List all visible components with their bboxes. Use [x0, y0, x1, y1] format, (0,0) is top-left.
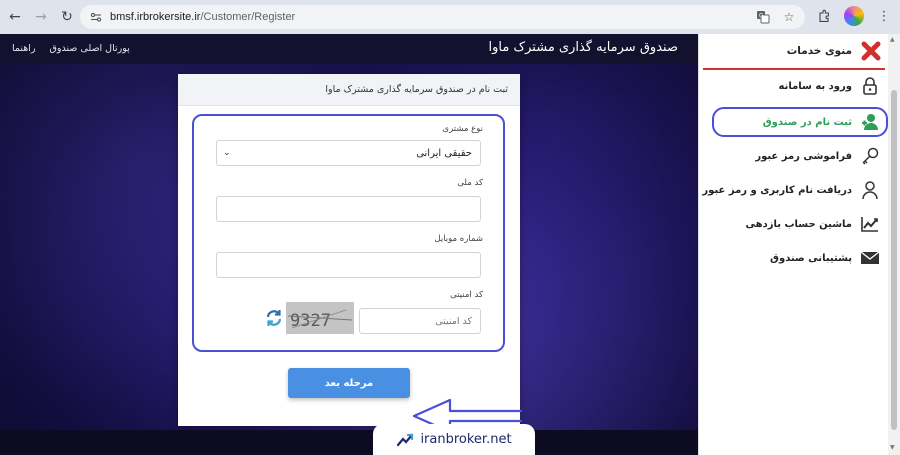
svg-text:G: G [759, 13, 764, 20]
card-header: ثبت نام در صندوق سرمایه گذاری مشترک ماوا [178, 74, 520, 106]
sidebar-item-label: دریافت نام کاربری و رمز عبور [702, 184, 852, 196]
watermark-badge: iranbroker.net [373, 424, 535, 455]
sidebar-item-register[interactable]: ثبت نام در صندوق [698, 106, 888, 138]
customer-type-select[interactable]: ⌄ حقیقی ایرانی [216, 140, 481, 166]
site-header: صندوق سرمایه گذاری مشترک ماوا پورتال اصل… [0, 34, 698, 64]
national-code-label: کد ملی [457, 178, 483, 188]
refresh-captcha-icon[interactable] [264, 308, 284, 328]
scroll-up-icon[interactable]: ▲ [890, 36, 895, 43]
link-help[interactable]: راهنما [12, 43, 36, 54]
page-scrollbar[interactable]: ▲ ▼ [888, 34, 900, 455]
reload-icon[interactable]: ↻ [56, 6, 78, 28]
service-menu: منوی خدمات ورود به سامانه ثبت نام در صند… [698, 34, 888, 455]
mobile-label: شماره موبایل [434, 234, 483, 244]
chart-icon [860, 214, 880, 234]
customer-type-label: نوع مشتری [442, 124, 483, 134]
sidebar-item-label: ورود به سامانه [778, 80, 852, 92]
footer-bar [0, 430, 698, 455]
url-path: /Customer/Register [200, 11, 296, 23]
browser-toolbar: ← → ↻ bmsf.irbrokersite.ir/Customer/Regi… [0, 0, 900, 34]
bookmark-star-icon[interactable]: ☆ [781, 9, 797, 25]
translate-icon[interactable]: G [755, 9, 771, 25]
next-step-button[interactable]: مرحله بعد [288, 368, 410, 398]
page-background: صندوق سرمایه گذاری مشترک ماوا پورتال اصل… [0, 34, 698, 455]
menu-title: منوی خدمات [786, 45, 852, 57]
sidebar-item-forgot-password[interactable]: فراموشی رمز عبور [698, 140, 888, 172]
url-text: bmsf.irbrokersite.ir/Customer/Register [110, 11, 295, 23]
header-links: پورتال اصلی صندوق راهنما [12, 43, 130, 54]
trend-logo-icon [397, 433, 414, 446]
captcha-image: 9327 [286, 302, 354, 334]
form-highlight-box: نوع مشتری ⌄ حقیقی ایرانی کد ملی شماره مو… [192, 114, 505, 352]
forward-arrow-icon[interactable]: → [30, 6, 52, 28]
sidebar-item-label: ماشین حساب بازدهی [745, 218, 852, 230]
sidebar-item-label: ثبت نام در صندوق [762, 116, 852, 128]
kebab-menu-icon[interactable]: ⋮ [874, 6, 894, 26]
close-icon[interactable] [860, 40, 882, 62]
link-main-portal[interactable]: پورتال اصلی صندوق [50, 43, 130, 54]
scroll-down-icon[interactable]: ▼ [890, 444, 895, 451]
captcha-code-text: 9327 [290, 311, 331, 331]
envelope-icon [860, 248, 880, 268]
customer-type-value: حقیقی ایرانی [416, 147, 472, 159]
sidebar-item-label: فراموشی رمز عبور [755, 150, 852, 162]
add-user-icon [860, 112, 880, 132]
profile-avatar[interactable] [844, 6, 864, 26]
captcha-input[interactable] [359, 308, 481, 334]
scrollbar-thumb[interactable] [891, 90, 897, 430]
sidebar-item-label: پشتیبانی صندوق [770, 252, 852, 264]
lock-icon [860, 76, 880, 96]
watermark-text: iranbroker.net [420, 432, 512, 447]
mobile-input[interactable] [216, 252, 481, 278]
register-card: ثبت نام در صندوق سرمایه گذاری مشترک ماوا… [178, 74, 520, 426]
captcha-label: کد امنیتی [450, 290, 483, 300]
site-info-icon[interactable] [88, 9, 104, 25]
back-arrow-icon[interactable]: ← [4, 6, 26, 28]
menu-header: منوی خدمات [698, 34, 888, 68]
address-bar[interactable]: bmsf.irbrokersite.ir/Customer/Register G… [80, 5, 805, 29]
national-code-input[interactable] [216, 196, 481, 222]
site-brand[interactable]: صندوق سرمایه گذاری مشترک ماوا [489, 40, 678, 55]
url-host: bmsf.irbrokersite.ir [110, 11, 201, 23]
user-icon [860, 180, 880, 200]
sidebar-item-login[interactable]: ورود به سامانه [698, 70, 888, 102]
key-icon [860, 146, 880, 166]
sidebar-item-support[interactable]: پشتیبانی صندوق [698, 242, 888, 274]
chevron-down-icon: ⌄ [223, 148, 231, 158]
extensions-icon[interactable] [814, 6, 834, 26]
sidebar-item-return-calculator[interactable]: ماشین حساب بازدهی [698, 208, 888, 240]
sidebar-item-get-credentials[interactable]: دریافت نام کاربری و رمز عبور [698, 174, 888, 206]
card-title: ثبت نام در صندوق سرمایه گذاری مشترک ماوا [325, 84, 508, 95]
